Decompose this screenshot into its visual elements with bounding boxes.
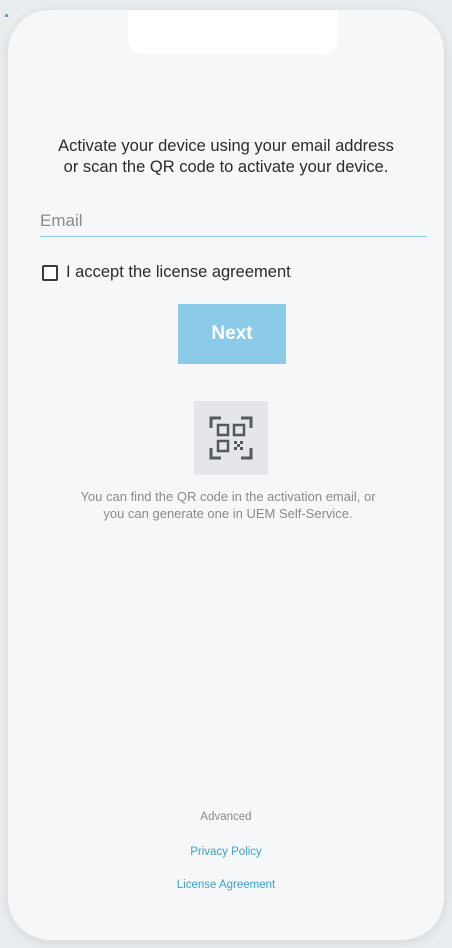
license-accept-label: I accept the license agreement: [66, 263, 291, 281]
qr-help-text: You can find the QR code in the activati…: [80, 489, 376, 521]
email-field[interactable]: [40, 206, 426, 237]
status-dot: [5, 14, 8, 17]
scan-qr-button[interactable]: [194, 401, 268, 475]
license-agreement-link[interactable]: License Agreement: [8, 879, 444, 891]
phone-screen: Activate your device using your email ad…: [8, 10, 444, 940]
qr-code-icon: [209, 416, 253, 460]
privacy-policy-link[interactable]: Privacy Policy: [8, 846, 444, 858]
license-checkbox[interactable]: [42, 264, 58, 281]
intro-text: Activate your device using your email ad…: [58, 137, 394, 176]
next-button[interactable]: Next: [178, 304, 286, 364]
phone-notch: [128, 10, 338, 54]
advanced-button[interactable]: Advanced: [8, 811, 444, 823]
license-accept-row[interactable]: I accept the license agreement: [42, 263, 291, 282]
